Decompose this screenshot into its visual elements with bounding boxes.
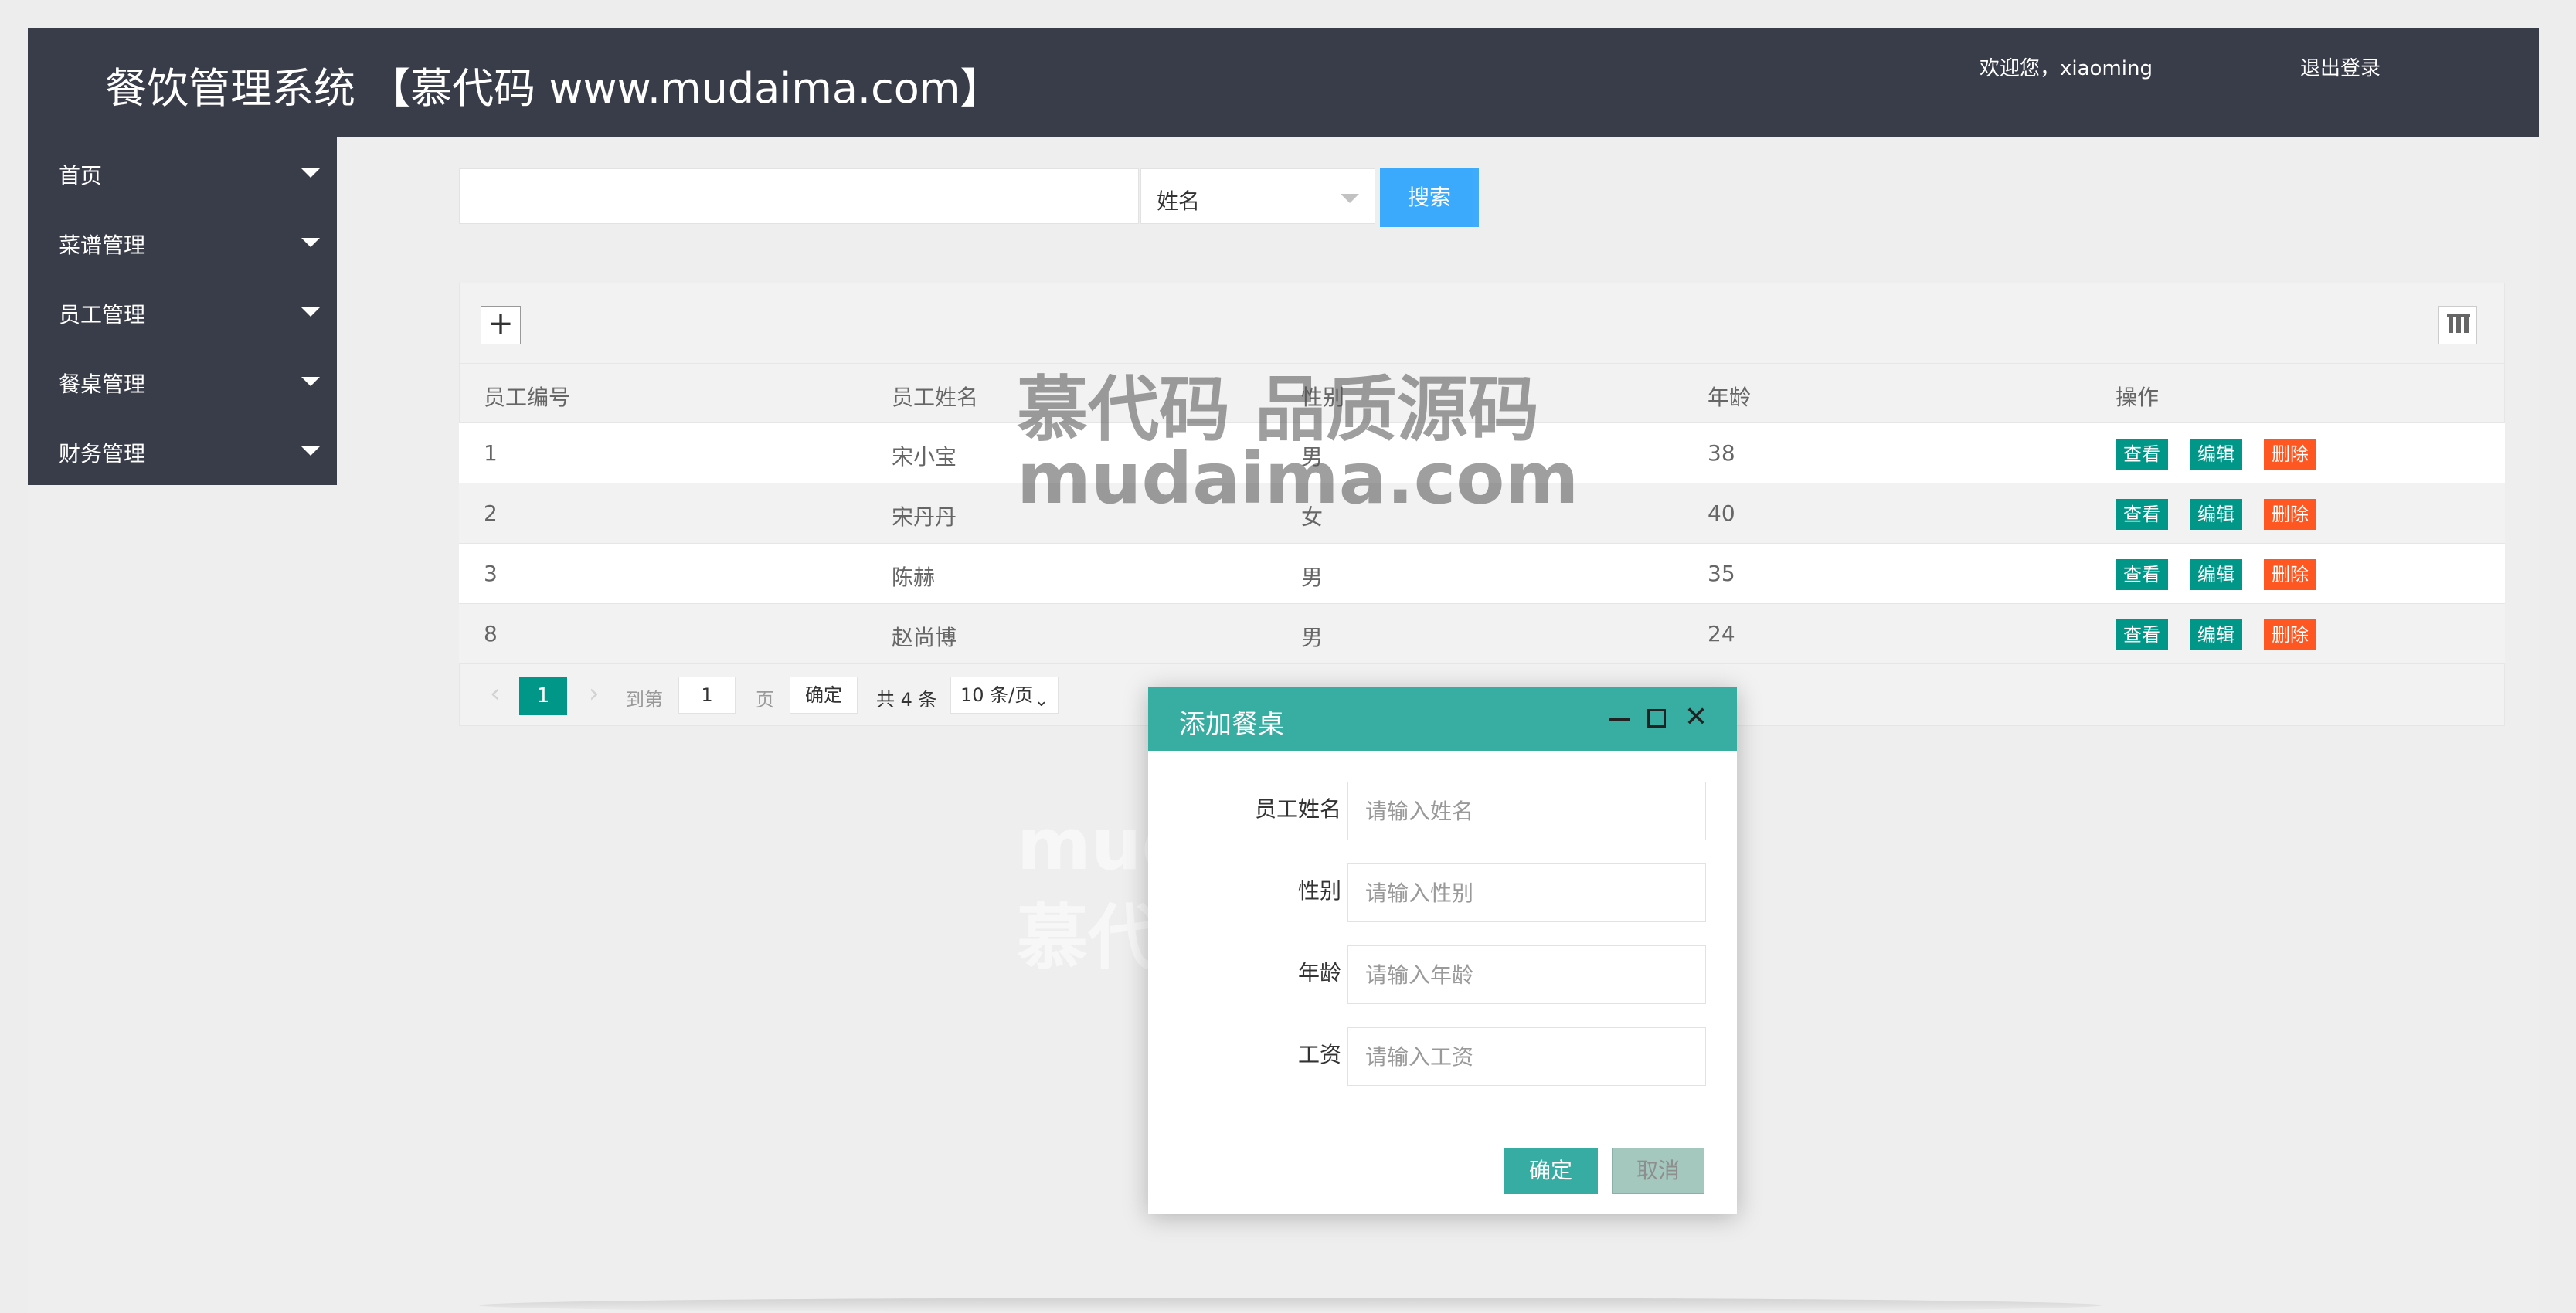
table-row: 8 赵尚博 男 24 查看 编辑 删除 <box>459 604 2505 664</box>
sidebar-item-menu[interactable]: 菜谱管理 <box>28 207 337 277</box>
caret-down-icon <box>301 377 320 386</box>
view-button[interactable]: 查看 <box>2116 499 2168 530</box>
total-count: 共 4 条 <box>876 689 937 711</box>
sidebar-item-label: 财务管理 <box>59 441 146 467</box>
search-input[interactable] <box>459 168 1139 224</box>
cell-age: 35 <box>1708 561 1735 586</box>
page-number-current[interactable]: 1 <box>519 677 567 715</box>
chevron-down-icon: ⌄ <box>1034 691 1048 711</box>
salary-field[interactable] <box>1347 1027 1706 1086</box>
goto-label: 到第 <box>626 689 663 711</box>
delete-button[interactable]: 删除 <box>2264 619 2316 650</box>
field-label-name: 员工姓名 <box>1254 796 1341 822</box>
cell-name: 陈赫 <box>892 565 936 590</box>
cell-name: 赵尚博 <box>892 625 957 650</box>
next-page-button[interactable]: › <box>589 678 600 709</box>
view-button[interactable]: 查看 <box>2116 619 2168 650</box>
view-button[interactable]: 查看 <box>2116 559 2168 590</box>
edit-button[interactable]: 编辑 <box>2190 499 2242 530</box>
search-field-select[interactable]: 姓名 <box>1140 168 1375 224</box>
sidebar-item-label: 首页 <box>59 163 103 188</box>
sidebar-item-label: 餐桌管理 <box>59 372 146 397</box>
header-cell-actions: 操作 <box>2116 385 2160 410</box>
cell-gender: 男 <box>1301 625 1324 650</box>
search-button[interactable]: 搜索 <box>1380 168 1479 227</box>
cell-age: 24 <box>1708 621 1735 646</box>
salary-input[interactable] <box>1348 1028 1705 1085</box>
caret-down-icon <box>1341 194 1359 203</box>
sidebar-item-label: 菜谱管理 <box>59 232 146 258</box>
gender-field[interactable] <box>1347 863 1706 922</box>
cell-id: 8 <box>484 621 498 646</box>
delete-button[interactable]: 删除 <box>2264 499 2316 530</box>
gender-input[interactable] <box>1348 864 1705 921</box>
cell-id: 3 <box>484 561 498 586</box>
cell-id: 1 <box>484 440 498 466</box>
delete-button[interactable]: 删除 <box>2264 559 2316 590</box>
cell-name: 宋丹丹 <box>892 504 957 530</box>
caret-down-icon <box>301 446 320 456</box>
delete-button[interactable]: 删除 <box>2264 439 2316 470</box>
add-table-dialog: 添加餐桌 ✕ 员工姓名 性别 年龄 工资 确定 取消 <box>1148 687 1737 1214</box>
cell-name: 宋小宝 <box>892 444 957 470</box>
goto-page-input[interactable]: 1 <box>678 677 736 714</box>
caret-down-icon <box>301 168 320 178</box>
cell-id: 2 <box>484 500 498 526</box>
sidebar: 首页 菜谱管理 员工管理 餐桌管理 财务管理 <box>28 137 337 485</box>
name-field[interactable] <box>1347 782 1706 840</box>
cell-gender: 男 <box>1301 565 1324 590</box>
dialog-title: 添加餐桌 <box>1179 709 1284 740</box>
sidebar-item-staff[interactable]: 员工管理 <box>28 277 337 346</box>
search-field-select-value: 姓名 <box>1157 188 1201 214</box>
cell-age: 40 <box>1708 500 1735 526</box>
maximize-icon[interactable] <box>1647 709 1666 728</box>
prev-page-button[interactable]: ‹ <box>490 678 501 709</box>
edit-button[interactable]: 编辑 <box>2190 439 2242 470</box>
edit-button[interactable]: 编辑 <box>2190 619 2242 650</box>
sidebar-item-home[interactable]: 首页 <box>28 137 337 207</box>
welcome-text: 欢迎您，xiaoming <box>1980 57 2153 80</box>
app-title: 餐饮管理系统 【慕代码 www.mudaima.com】 <box>105 64 1002 113</box>
header-cell-id: 员工编号 <box>484 385 571 410</box>
cell-age: 38 <box>1708 440 1735 466</box>
sidebar-item-label: 员工管理 <box>59 302 146 327</box>
table-row: 3 陈赫 男 35 查看 编辑 删除 <box>459 544 2505 604</box>
view-button[interactable]: 查看 <box>2116 439 2168 470</box>
close-icon[interactable]: ✕ <box>1684 701 1708 733</box>
caret-down-icon <box>301 307 320 317</box>
pagination: ‹ 1 › 到第 1 页 确定 共 4 条 10 条/页 ⌄ <box>459 672 1077 715</box>
confirm-button[interactable]: 确定 <box>1504 1148 1598 1194</box>
field-label-gender: 性别 <box>1297 878 1341 904</box>
sidebar-item-finance[interactable]: 财务管理 <box>28 416 337 485</box>
logout-link[interactable]: 退出登录 <box>2300 53 2381 81</box>
page-size-value: 10 条/页 <box>960 684 1034 706</box>
header-cell-age: 年龄 <box>1708 385 1752 410</box>
cancel-button[interactable]: 取消 <box>1612 1148 1704 1194</box>
minimize-icon[interactable] <box>1609 718 1630 721</box>
bottom-shadow <box>479 1298 2102 1313</box>
name-input[interactable] <box>1348 782 1705 840</box>
edit-button[interactable]: 编辑 <box>2190 559 2242 590</box>
age-input[interactable] <box>1348 946 1705 1003</box>
watermark-text: mudaima.com <box>1017 437 1579 520</box>
page-label: 页 <box>756 689 774 711</box>
field-label-salary: 工资 <box>1297 1042 1341 1067</box>
caret-down-icon <box>301 238 320 247</box>
add-button[interactable]: + <box>481 306 521 344</box>
top-header: 餐饮管理系统 【慕代码 www.mudaima.com】 欢迎您，xiaomin… <box>28 28 2539 137</box>
sidebar-item-tables[interactable]: 餐桌管理 <box>28 346 337 416</box>
header-cell-name: 员工姓名 <box>892 385 979 410</box>
field-label-age: 年龄 <box>1297 960 1341 986</box>
age-field[interactable] <box>1347 945 1706 1004</box>
column-filter-button[interactable] <box>2438 306 2477 344</box>
goto-confirm-button[interactable]: 确定 <box>790 677 858 714</box>
page-size-select[interactable]: 10 条/页 ⌄ <box>950 677 1059 714</box>
